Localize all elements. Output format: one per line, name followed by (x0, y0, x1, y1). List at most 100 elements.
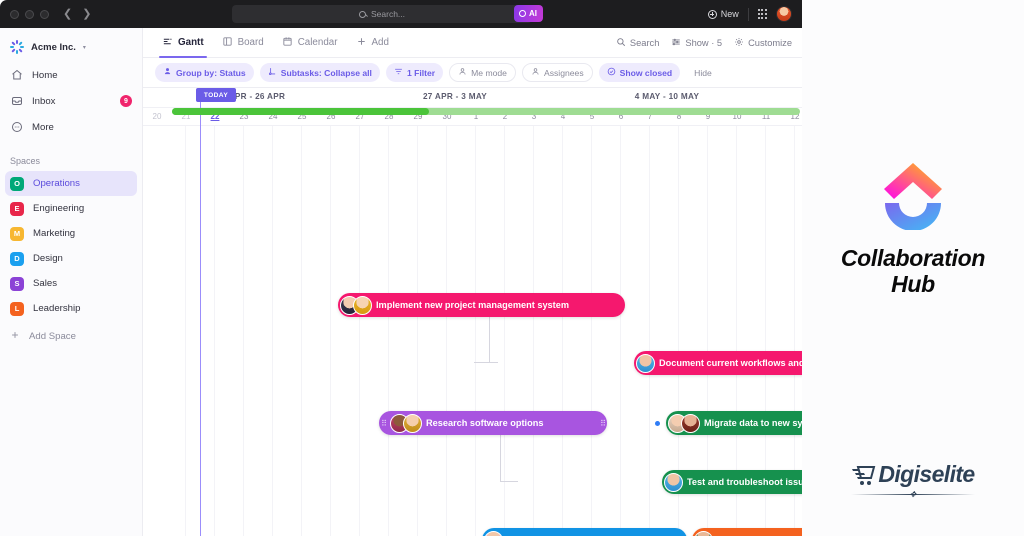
browser-navigation[interactable]: ❮ ❯ (63, 8, 91, 20)
assignee-avatars[interactable] (390, 413, 422, 433)
action-label: Search (629, 37, 660, 48)
chip-label: Subtasks: Collapse all (280, 67, 372, 78)
week-label: 27 APR - 3 MAY (422, 92, 488, 101)
sidebar-item-sales[interactable]: S Sales (5, 271, 137, 296)
window-traffic-lights[interactable] (0, 9, 49, 19)
main-content: Gantt Board Calendar Add Search Show · 5… (143, 28, 802, 536)
new-label: New (720, 9, 739, 19)
group-icon (163, 67, 172, 78)
sidebar-item-label: Home (32, 69, 58, 81)
add-space-button[interactable]: Add Space (0, 324, 142, 349)
plus-circle-icon (707, 9, 717, 19)
dependency-dot-left[interactable] (655, 421, 660, 426)
divider (747, 7, 749, 21)
me-mode-chip[interactable]: Me mode (449, 63, 516, 82)
resize-handle-left[interactable]: ⠿ (379, 411, 388, 435)
filter-chip[interactable]: 1 Filter (385, 63, 444, 82)
tab-label: Calendar (297, 37, 338, 48)
sidebar-item-engineering[interactable]: E Engineering (5, 196, 137, 221)
assignee-avatars[interactable] (636, 353, 655, 373)
watermark-block: Digiselite ✥ (802, 461, 1024, 499)
gantt-task-bar[interactable]: Purchase and setup new software (482, 528, 687, 536)
maximize-window-button[interactable] (40, 9, 49, 19)
home-icon (10, 69, 23, 82)
sidebar-item-operations[interactable]: O Operations (5, 171, 137, 196)
close-window-button[interactable] (10, 9, 19, 19)
tab-board[interactable]: Board (215, 28, 271, 58)
sidebar-item-design[interactable]: D Design (5, 246, 137, 271)
gantt-task-bar[interactable]: Implement new project management system (338, 293, 625, 317)
user-avatar[interactable] (776, 6, 792, 22)
chip-label: Show closed (619, 67, 673, 78)
sidebar-item-more[interactable]: More (0, 114, 142, 140)
customize-button[interactable]: Customize (734, 37, 792, 49)
day-label: 20 (152, 112, 162, 121)
person-icon (531, 67, 540, 78)
back-icon[interactable]: ❮ (63, 8, 72, 20)
gantt-task-bar[interactable]: Document current workflows and processes (634, 351, 802, 375)
avatar (403, 413, 422, 433)
chip-label: Me mode (471, 67, 507, 78)
hide-chip[interactable]: Hide (686, 63, 720, 82)
gantt-task-bar[interactable]: Go live and rollout to organization (692, 528, 802, 536)
apps-grid-icon[interactable] (757, 9, 767, 19)
plus-icon (10, 330, 20, 343)
resize-handle-right[interactable]: ⠿ (598, 411, 607, 435)
tab-label: Board (237, 37, 264, 48)
today-label: TODAY (203, 91, 229, 99)
gantt-task-bar[interactable]: ⠿ Research software options ⠿ (379, 411, 607, 435)
chip-label: Hide (694, 67, 712, 78)
assignee-avatars[interactable] (694, 530, 713, 536)
minimize-window-button[interactable] (25, 9, 34, 19)
space-initial-badge: D (10, 251, 24, 266)
subtask-icon (268, 67, 277, 78)
sidebar-item-home[interactable]: Home (0, 62, 142, 88)
group-by-chip[interactable]: Group by: Status (155, 63, 254, 82)
sidebar-item-leadership[interactable]: L Leadership (5, 296, 137, 321)
brand-title-line2: Hub (891, 270, 935, 297)
workspace-switcher[interactable]: Acme Inc. ▾ (0, 32, 142, 62)
sidebar-item-inbox[interactable]: Inbox 9 (0, 88, 142, 114)
new-button[interactable]: New (707, 9, 739, 19)
space-initial-badge: L (10, 301, 24, 316)
browser-search-placeholder: Search... (370, 9, 406, 19)
avatar (484, 530, 503, 536)
week-label: 20 APR - 26 APR (216, 92, 286, 101)
show-closed-chip[interactable]: Show closed (598, 63, 681, 82)
plus-icon (356, 36, 367, 50)
winged-cart-icon (852, 466, 876, 485)
ai-button[interactable]: AI (514, 5, 543, 22)
titlebar-actions: New (707, 0, 792, 28)
tab-add-view[interactable]: Add (349, 28, 396, 58)
gantt-task-bar[interactable]: Migrate data to new system (666, 411, 802, 435)
tab-calendar[interactable]: Calendar (275, 28, 345, 58)
sidebar-item-label: Leadership (33, 303, 81, 314)
show-button[interactable]: Show · 5 (671, 37, 722, 49)
forward-icon[interactable]: ❯ (82, 8, 91, 20)
sidebar-item-marketing[interactable]: M Marketing (5, 221, 137, 246)
avatar (681, 413, 700, 433)
search-button[interactable]: Search (616, 37, 659, 49)
sidebar-item-label: Engineering (33, 203, 85, 214)
browser-search-bar[interactable]: Search... (232, 5, 532, 23)
assignee-avatars[interactable] (484, 530, 503, 536)
gantt-task-bar[interactable]: Test and troubleshoot issues (662, 470, 802, 494)
brand-title: Collaboration Hub (841, 245, 986, 298)
assignee-avatars[interactable] (664, 472, 683, 492)
space-initial-badge: O (10, 176, 24, 191)
action-label: Customize (748, 37, 792, 48)
sidebar-item-label: Inbox (32, 95, 56, 107)
watermark-divider: ✥ (851, 491, 975, 499)
promo-panel: Collaboration Hub Digiselite ✥ (802, 0, 1024, 536)
assignees-chip[interactable]: Assignees (521, 63, 593, 82)
assignee-avatars[interactable] (668, 413, 700, 433)
gantt-week-header: 20 APR - 26 APR 27 APR - 3 MAY 4 MAY - 1… (143, 88, 802, 108)
assignee-avatars[interactable] (340, 295, 372, 315)
sidebar-item-label: Marketing (33, 228, 76, 239)
avatar (664, 472, 683, 492)
tab-gantt[interactable]: Gantt (155, 28, 211, 58)
task-name: Test and troubleshoot issues (687, 477, 802, 487)
subtasks-chip[interactable]: Subtasks: Collapse all (259, 63, 380, 82)
space-initial-badge: M (10, 226, 24, 241)
dependency-connector (490, 362, 498, 363)
